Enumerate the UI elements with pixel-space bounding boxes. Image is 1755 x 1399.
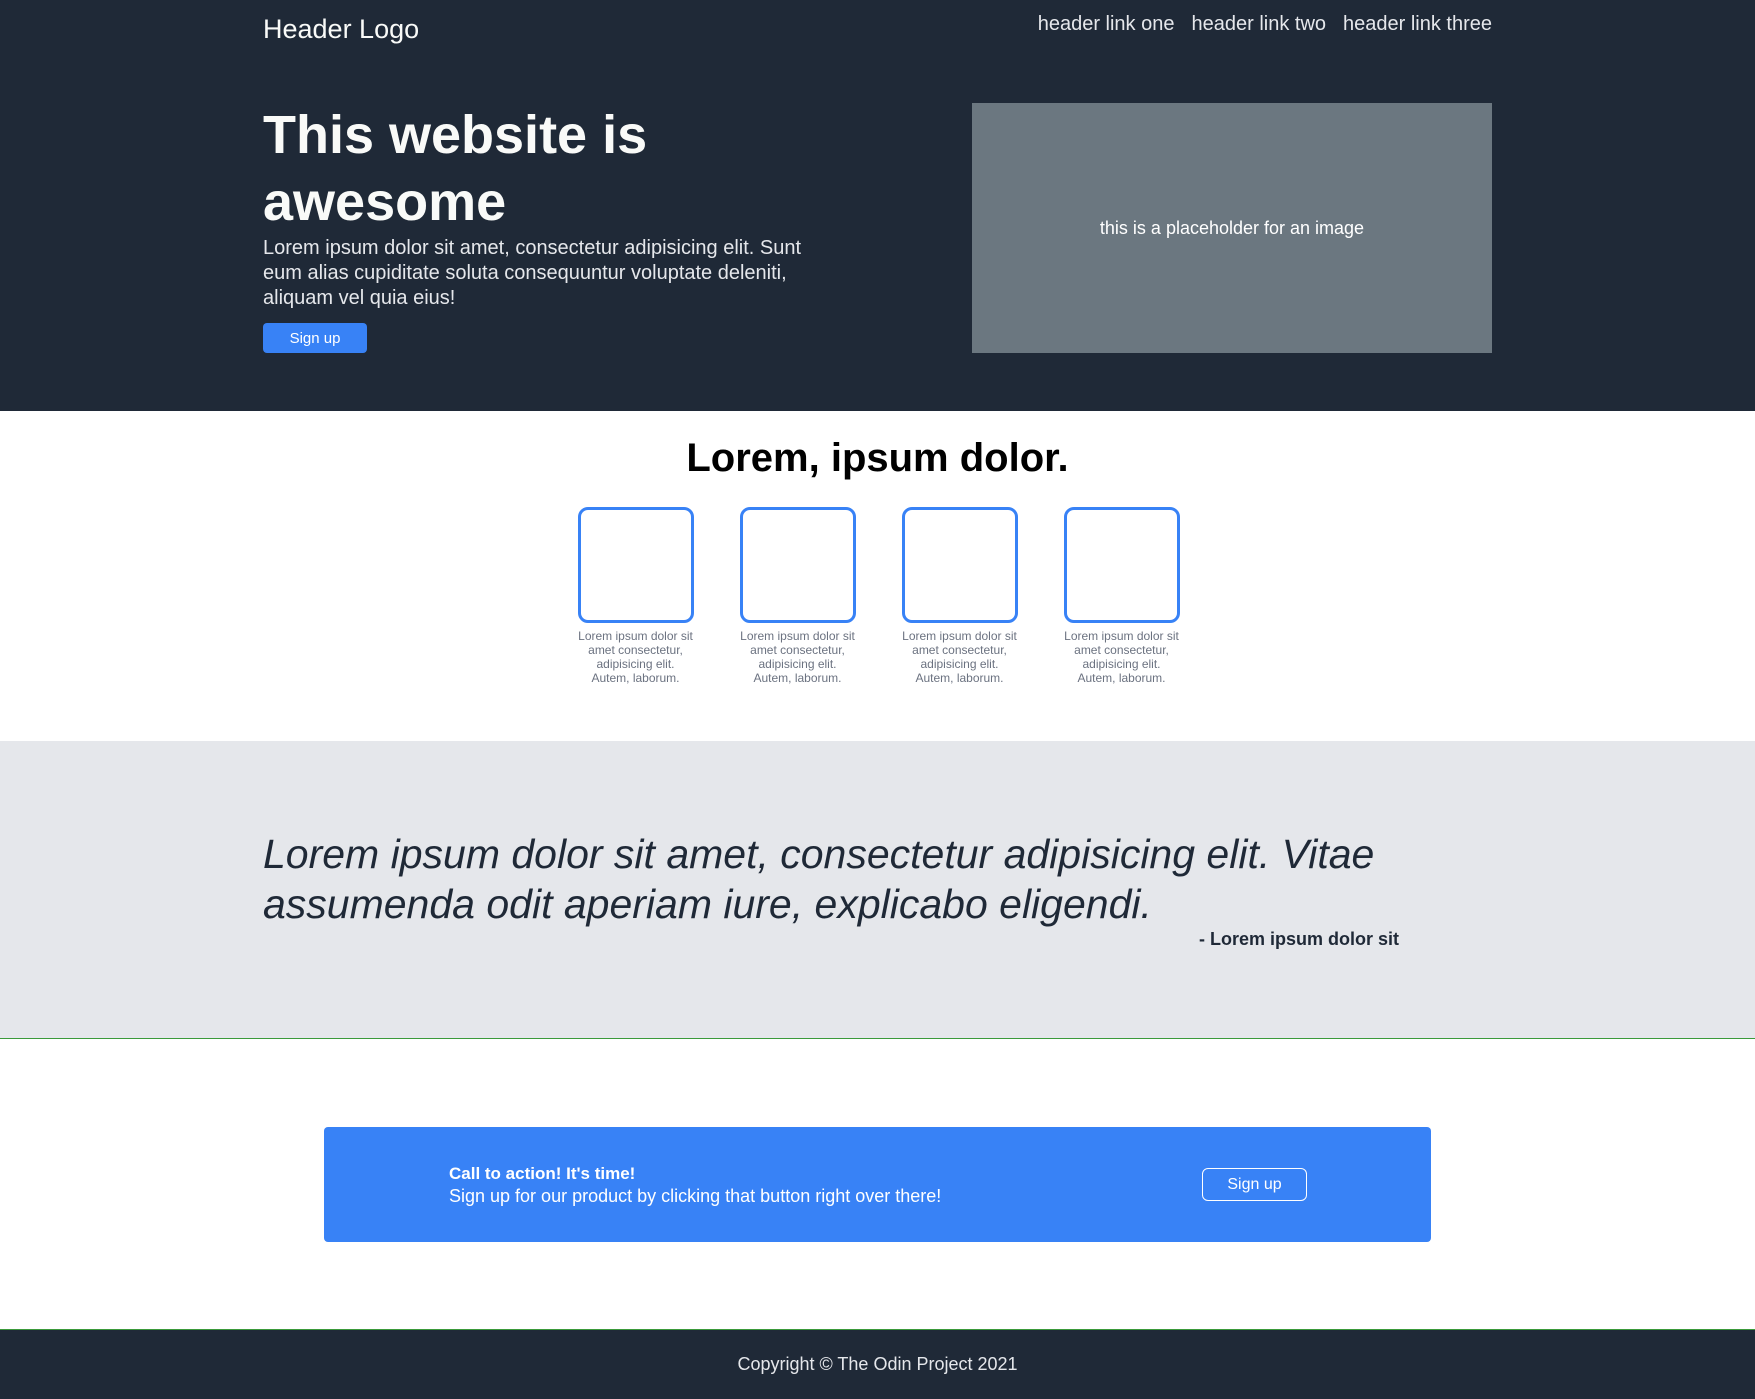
header-link-three[interactable]: header link three	[1343, 11, 1492, 37]
info-card: Lorem ipsum dolor sit amet consectetur, …	[739, 507, 856, 685]
info-caption: Lorem ipsum dolor sit amet consectetur, …	[578, 629, 693, 685]
hero-text: Lorem ipsum dolor sit amet, consectetur …	[263, 237, 802, 309]
cta-title: Call to action! It's time!	[449, 1164, 636, 1183]
hero-section: Header Logo header link one header link …	[0, 0, 1755, 411]
info-image-box	[739, 507, 856, 623]
info-image-box	[901, 507, 1018, 623]
info-card: Lorem ipsum dolor sit amet consectetur, …	[1063, 507, 1180, 685]
hero-image-placeholder: this is a placeholder for an image	[972, 103, 1492, 353]
info-card: Lorem ipsum dolor sit amet consectetur, …	[577, 507, 694, 685]
image-placeholder-text: this is a placeholder for an image	[1099, 217, 1365, 238]
info-grid: Lorem ipsum dolor sit amet consectetur, …	[577, 507, 1180, 685]
hero-signup-button[interactable]: Sign up	[263, 323, 367, 353]
info-image-box	[577, 507, 694, 623]
cta-signup-button[interactable]: Sign up	[1202, 1168, 1307, 1201]
info-caption: Lorem ipsum dolor sit amet consectetur, …	[740, 629, 855, 685]
call-to-action-box: Call to action! It's time! Sign up for o…	[324, 1127, 1431, 1242]
info-card: Lorem ipsum dolor sit amet consectetur, …	[901, 507, 1018, 685]
quote-author: - Lorem ipsum dolor sit	[1198, 929, 1399, 949]
header-logo[interactable]: Header Logo	[263, 12, 419, 46]
info-caption: Lorem ipsum dolor sit amet consectetur, …	[902, 629, 1017, 685]
footer: Copyright © The Odin Project 2021	[0, 1329, 1755, 1399]
header-link-one[interactable]: header link one	[1038, 11, 1175, 37]
header-link-two[interactable]: header link two	[1191, 11, 1326, 37]
quote-section: Lorem ipsum dolor sit amet, consectetur …	[0, 741, 1755, 1039]
quote-text: Lorem ipsum dolor sit amet, consectetur …	[263, 831, 1375, 927]
info-caption: Lorem ipsum dolor sit amet consectetur, …	[1064, 629, 1179, 685]
header-nav: header link one header link two header l…	[1038, 11, 1492, 37]
footer-copyright: Copyright © The Odin Project 2021	[737, 1354, 1018, 1374]
info-image-box	[1063, 507, 1180, 623]
info-title: Lorem, ipsum dolor.	[686, 436, 1069, 480]
cta-text: Sign up for our product by clicking that…	[449, 1186, 942, 1206]
hero-title: This website is awesome	[263, 105, 648, 232]
